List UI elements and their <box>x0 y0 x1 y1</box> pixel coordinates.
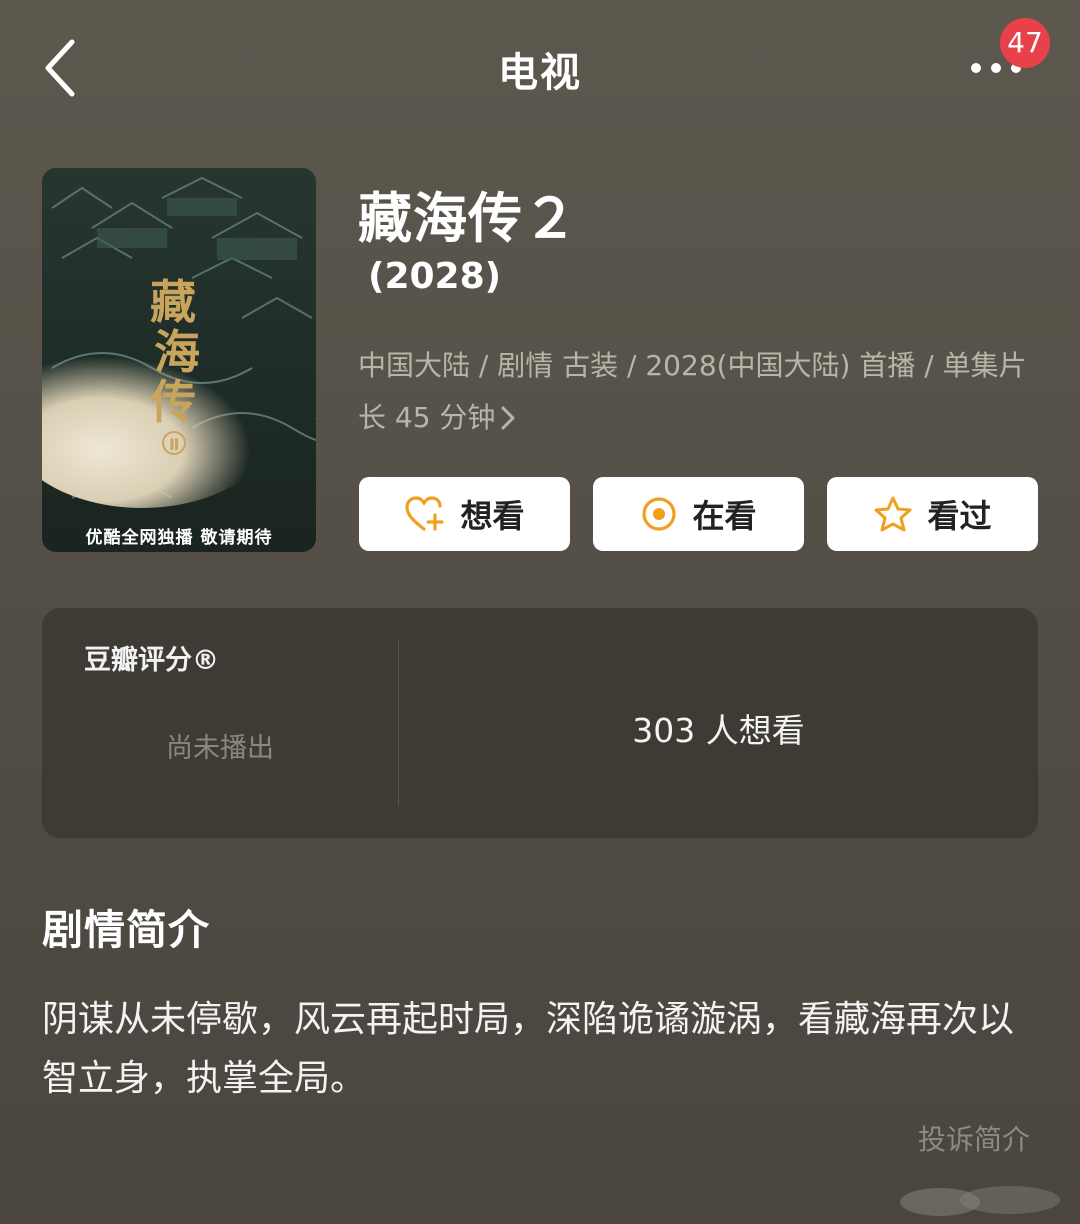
poster-artwork: 藏 海 传 Ⅱ <box>42 168 316 552</box>
poster-image[interactable]: 藏 海 传 Ⅱ 优酷全网独播 敬请期待 <box>42 168 316 552</box>
poster-caption: 优酷全网独播 敬请期待 <box>85 528 273 548</box>
show-meta-text: 中国大陆 / 剧情 古装 / 2028(中国大陆) 首播 / 单集片长 45 分… <box>358 349 1027 434</box>
notification-badge[interactable]: 47 <box>1000 18 1050 68</box>
svg-text:传: 传 <box>149 375 196 429</box>
rating-label: 豆瓣评分® <box>84 645 219 676</box>
svg-text:藏: 藏 <box>150 275 196 329</box>
chevron-right-icon <box>501 406 515 430</box>
synopsis-text: 阴谋从未停歇，风云再起时局，深陷诡谲漩涡，看藏海再次以智立身，执掌全局。 <box>42 999 1015 1099</box>
heart-plus-icon <box>405 496 445 531</box>
rating-status: 尚未播出 <box>166 733 274 764</box>
target-circle-icon <box>642 497 677 531</box>
rating-card[interactable]: 豆瓣评分® 尚未播出 303 人想看 <box>42 608 1038 838</box>
page-title: 电视 <box>498 50 582 96</box>
want-count: 303 人想看 <box>632 711 805 750</box>
synopsis-heading: 剧情简介 <box>42 906 210 954</box>
show-title: 藏海传２ <box>358 187 578 250</box>
svg-text:Ⅱ: Ⅱ <box>169 435 180 454</box>
watermark-logo <box>880 1180 1070 1220</box>
star-icon <box>874 496 912 532</box>
want-to-watch-button[interactable]: 想看 <box>359 477 570 551</box>
svg-text:海: 海 <box>154 325 200 379</box>
show-year: (2028) <box>368 256 502 297</box>
watched-label: 看过 <box>927 497 992 535</box>
watched-button[interactable]: 看过 <box>827 477 1038 551</box>
want-to-watch-label: 想看 <box>460 497 525 535</box>
show-meta[interactable]: 中国大陆 / 剧情 古装 / 2028(中国大陆) 首播 / 单集片长 45 分… <box>358 340 1048 444</box>
report-synopsis-link[interactable]: 投诉简介 <box>918 1118 1030 1158</box>
watching-button[interactable]: 在看 <box>593 477 804 551</box>
watching-label: 在看 <box>692 497 757 535</box>
